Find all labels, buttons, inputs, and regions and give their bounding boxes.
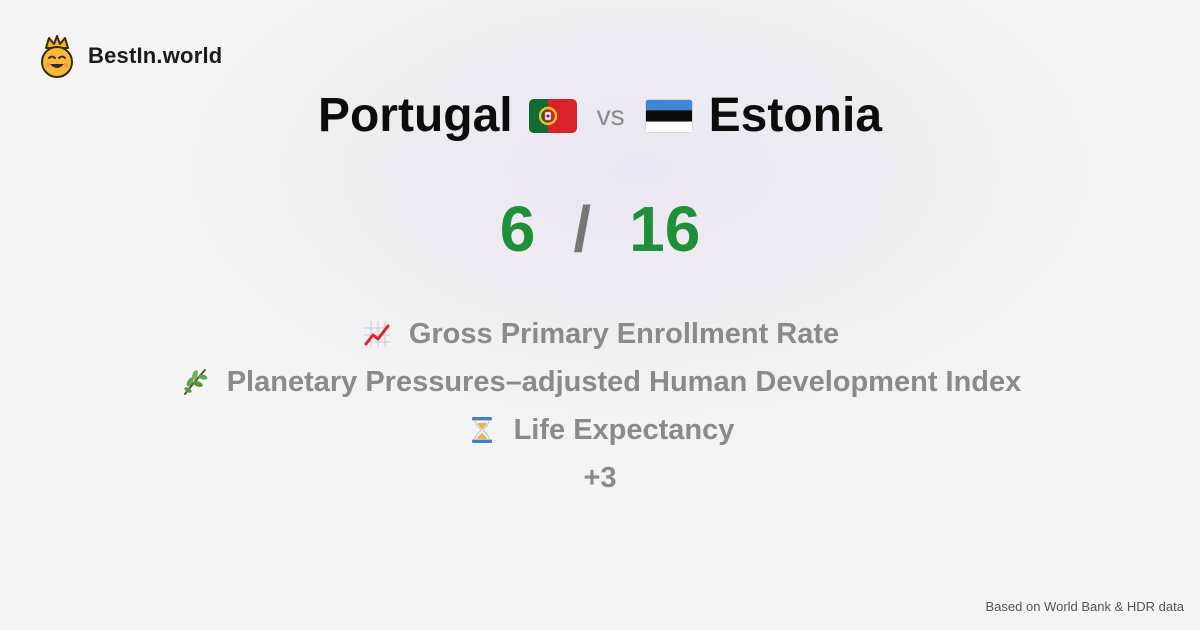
comparison-title: Portugal vs Estonia [0, 88, 1200, 143]
metric-item: Life Expectancy [0, 406, 1200, 454]
estonia-flag-icon [644, 98, 693, 133]
metric-label: Life Expectancy [513, 413, 735, 446]
brand-name: BestIn.world [88, 43, 223, 68]
vs-label: vs [596, 99, 625, 131]
hourglass-icon [471, 417, 492, 443]
metric-item: Gross Primary Enrollment Rate [0, 310, 1200, 358]
herb-icon [183, 369, 208, 395]
data-source-note: Based on World Bank & HDR data [985, 599, 1184, 614]
score-country-a: 6 [499, 193, 536, 265]
country-b-name: Estonia [708, 89, 883, 142]
more-metrics-count: +3 [583, 461, 617, 494]
brand[interactable]: BestIn.world [38, 34, 222, 78]
chart-increasing-icon [363, 321, 390, 347]
metric-label: Planetary Pressures–adjusted Human Devel… [226, 365, 1022, 398]
score-separator: / [573, 193, 592, 265]
score: 6 / 16 [0, 192, 1200, 266]
smiling-crown-face-icon [41, 35, 73, 78]
metric-label: Gross Primary Enrollment Rate [408, 317, 840, 350]
metrics-list: Gross Primary Enrollment Rate Planetary … [0, 310, 1200, 502]
portugal-flag-icon [528, 98, 577, 133]
metric-item: Planetary Pressures–adjusted Human Devel… [0, 358, 1200, 406]
country-a-name: Portugal [317, 89, 513, 142]
score-country-b: 16 [629, 193, 701, 265]
